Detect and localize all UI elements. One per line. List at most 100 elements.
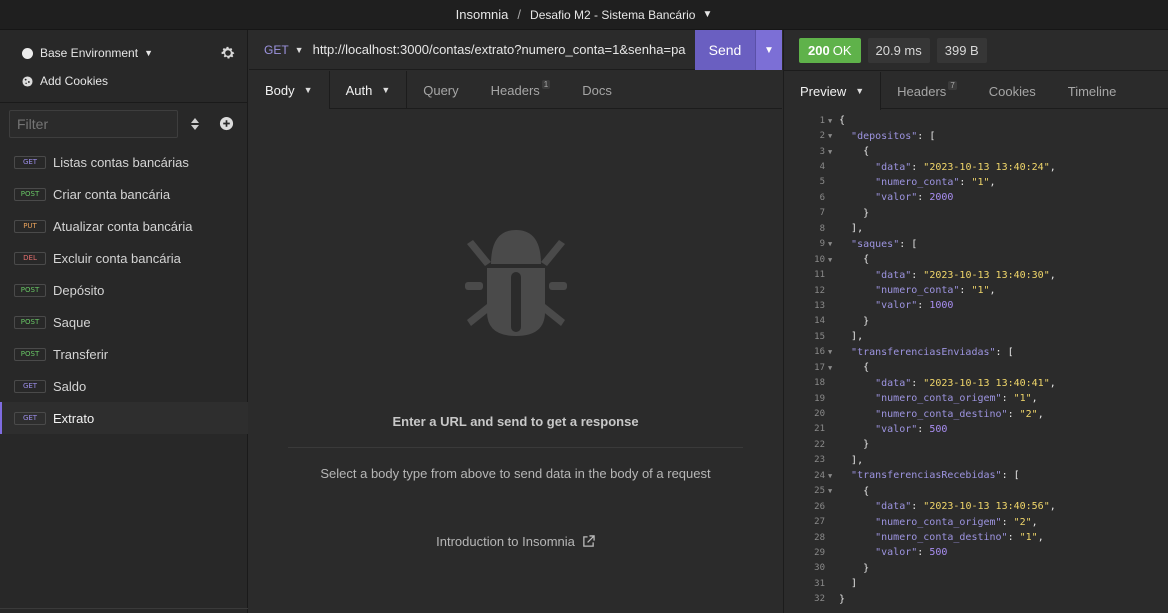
json-value: "2023-10-13 13:40:24" xyxy=(923,161,1050,173)
tab-query[interactable]: Query xyxy=(407,71,474,109)
request-item[interactable]: DEL Excluir conta bancária xyxy=(0,242,248,274)
code-text: } xyxy=(863,562,870,574)
tab-response-headers[interactable]: Headers 7 xyxy=(881,72,973,110)
code-line: 26 "data": "2023-10-13 13:40:56", xyxy=(784,499,1168,514)
code-text: "numero_conta_destino": "1", xyxy=(875,532,1044,544)
method-badge: GET xyxy=(14,411,46,425)
request-item[interactable]: GET Listas contas bancárias xyxy=(0,146,248,178)
line-number: 2 xyxy=(819,131,825,142)
code-text: "numero_conta_origem": "2", xyxy=(875,516,1038,528)
code-line: 4 "data": "2023-10-13 13:40:24", xyxy=(784,159,1168,174)
sidebar: Base Environment ▼ Add Cookies GET Lista… xyxy=(0,30,248,613)
code-text: "data": "2023-10-13 13:40:24", xyxy=(875,161,1056,173)
status-text: OK xyxy=(832,42,852,58)
json-value: "2023-10-13 13:40:30" xyxy=(923,269,1050,281)
tab-label: Headers xyxy=(490,82,540,98)
tab-body[interactable]: Body ▼ xyxy=(249,71,330,109)
code-line: 11 "data": "2023-10-13 13:40:30", xyxy=(784,267,1168,282)
fold-toggle-icon[interactable]: ▼ xyxy=(828,364,839,372)
sort-icon[interactable] xyxy=(188,117,202,131)
request-list: GET Listas contas bancárias POST Criar c… xyxy=(0,146,248,434)
tab-docs[interactable]: Docs xyxy=(566,71,628,109)
code-text: ], xyxy=(851,223,864,235)
line-number: 22 xyxy=(814,439,825,450)
request-item[interactable]: POST Depósito xyxy=(0,274,248,306)
json-key: "numero_conta" xyxy=(875,285,960,297)
line-number: 7 xyxy=(819,208,825,219)
headers-count-badge: 7 xyxy=(948,80,957,90)
json-key: "transferenciasEnviadas" xyxy=(851,346,996,358)
url-bar: GET ▼ http://localhost:3000/contas/extra… xyxy=(249,30,782,70)
tab-label: Auth xyxy=(345,82,373,98)
chevron-down-icon: ▼ xyxy=(381,85,391,95)
code-line: 14 } xyxy=(784,314,1168,329)
url-input[interactable]: http://localhost:3000/contas/extrato?num… xyxy=(313,42,693,57)
code-text: "numero_conta": "1", xyxy=(875,176,996,188)
empty-state-subtitle: Select a body type from above to send da… xyxy=(320,466,711,481)
code-line: 9 ▼ "saques": [ xyxy=(784,237,1168,252)
fold-toggle-icon[interactable]: ▼ xyxy=(828,256,839,264)
workspace-name[interactable]: Desafio M2 - Sistema Bancário xyxy=(530,8,695,22)
chevron-down-icon[interactable]: ▼ xyxy=(702,9,712,20)
send-options-button[interactable]: ▼ xyxy=(755,30,782,70)
tab-preview[interactable]: Preview ▼ xyxy=(784,72,882,110)
request-item[interactable]: POST Transferir xyxy=(0,338,248,370)
add-cookies-button[interactable]: Add Cookies xyxy=(22,74,108,88)
code-line: 25 ▼ { xyxy=(784,484,1168,499)
fold-toggle-icon[interactable]: ▼ xyxy=(828,487,839,495)
json-value: "1" xyxy=(971,176,990,188)
fold-toggle-icon[interactable]: ▼ xyxy=(828,117,839,125)
request-item[interactable]: POST Saque xyxy=(0,306,248,338)
line-number: 32 xyxy=(814,594,825,605)
method-badge: POST xyxy=(14,347,46,361)
code-text: { xyxy=(863,362,870,374)
tab-cookies[interactable]: Cookies xyxy=(973,72,1052,110)
json-value: "2" xyxy=(1013,516,1032,528)
gear-icon[interactable] xyxy=(220,45,236,61)
chevron-down-icon: ▼ xyxy=(855,86,865,96)
json-key: "numero_conta_destino" xyxy=(875,532,1008,544)
request-name: Saque xyxy=(53,314,91,330)
code-text: ], xyxy=(851,454,864,466)
code-text: "data": "2023-10-13 13:40:56", xyxy=(875,501,1056,513)
filter-input[interactable] xyxy=(9,110,178,138)
code-line: 2 ▼ "depositos": [ xyxy=(784,128,1168,143)
json-value: "1" xyxy=(971,285,990,297)
request-item[interactable]: GET Saldo xyxy=(0,370,248,402)
tab-timeline[interactable]: Timeline xyxy=(1052,72,1133,110)
json-value: 2000 xyxy=(929,192,954,204)
code-text: "data": "2023-10-13 13:40:41", xyxy=(875,377,1056,389)
json-key: "saques" xyxy=(851,238,900,250)
request-item[interactable]: POST Criar conta bancária xyxy=(0,178,248,210)
line-number: 31 xyxy=(814,578,825,589)
code-line: 16 ▼ "transferenciasEnviadas": [ xyxy=(784,345,1168,360)
request-item-active[interactable]: GET Extrato xyxy=(0,402,248,434)
request-item[interactable]: PUT Atualizar conta bancária xyxy=(0,210,248,242)
method-dropdown[interactable]: GET ▼ xyxy=(249,43,304,57)
line-number: 21 xyxy=(814,424,825,435)
environment-selector[interactable]: Base Environment ▼ xyxy=(14,44,240,62)
intro-link[interactable]: Introduction to Insomnia xyxy=(249,534,782,549)
divider xyxy=(0,102,248,103)
method-badge: GET xyxy=(14,379,46,393)
fold-toggle-icon[interactable]: ▼ xyxy=(828,472,839,480)
request-name: Criar conta bancária xyxy=(53,186,171,202)
tab-label: Headers xyxy=(897,83,947,99)
fold-toggle-icon[interactable]: ▼ xyxy=(828,348,839,356)
json-key: "valor" xyxy=(875,300,918,312)
response-body-code[interactable]: 1 ▼{2 ▼ "depositos": [3 ▼ {4 "data": "2023-… xyxy=(784,113,1168,607)
line-number: 5 xyxy=(819,177,825,188)
tab-headers[interactable]: Headers 1 xyxy=(475,71,567,109)
request-name: Transferir xyxy=(53,346,109,362)
fold-toggle-icon[interactable]: ▼ xyxy=(828,148,839,156)
code-text: } xyxy=(839,593,846,605)
tab-auth[interactable]: Auth ▼ xyxy=(330,71,408,109)
json-value: "1" xyxy=(1019,532,1038,544)
fold-toggle-icon[interactable]: ▼ xyxy=(828,240,839,248)
fold-toggle-icon[interactable]: ▼ xyxy=(828,132,839,140)
send-button[interactable]: Send xyxy=(695,30,755,70)
chevron-down-icon: ▼ xyxy=(144,48,153,58)
json-key: "numero_conta_origem" xyxy=(875,393,1002,405)
request-name: Depósito xyxy=(53,282,105,298)
add-request-icon[interactable] xyxy=(219,116,234,131)
